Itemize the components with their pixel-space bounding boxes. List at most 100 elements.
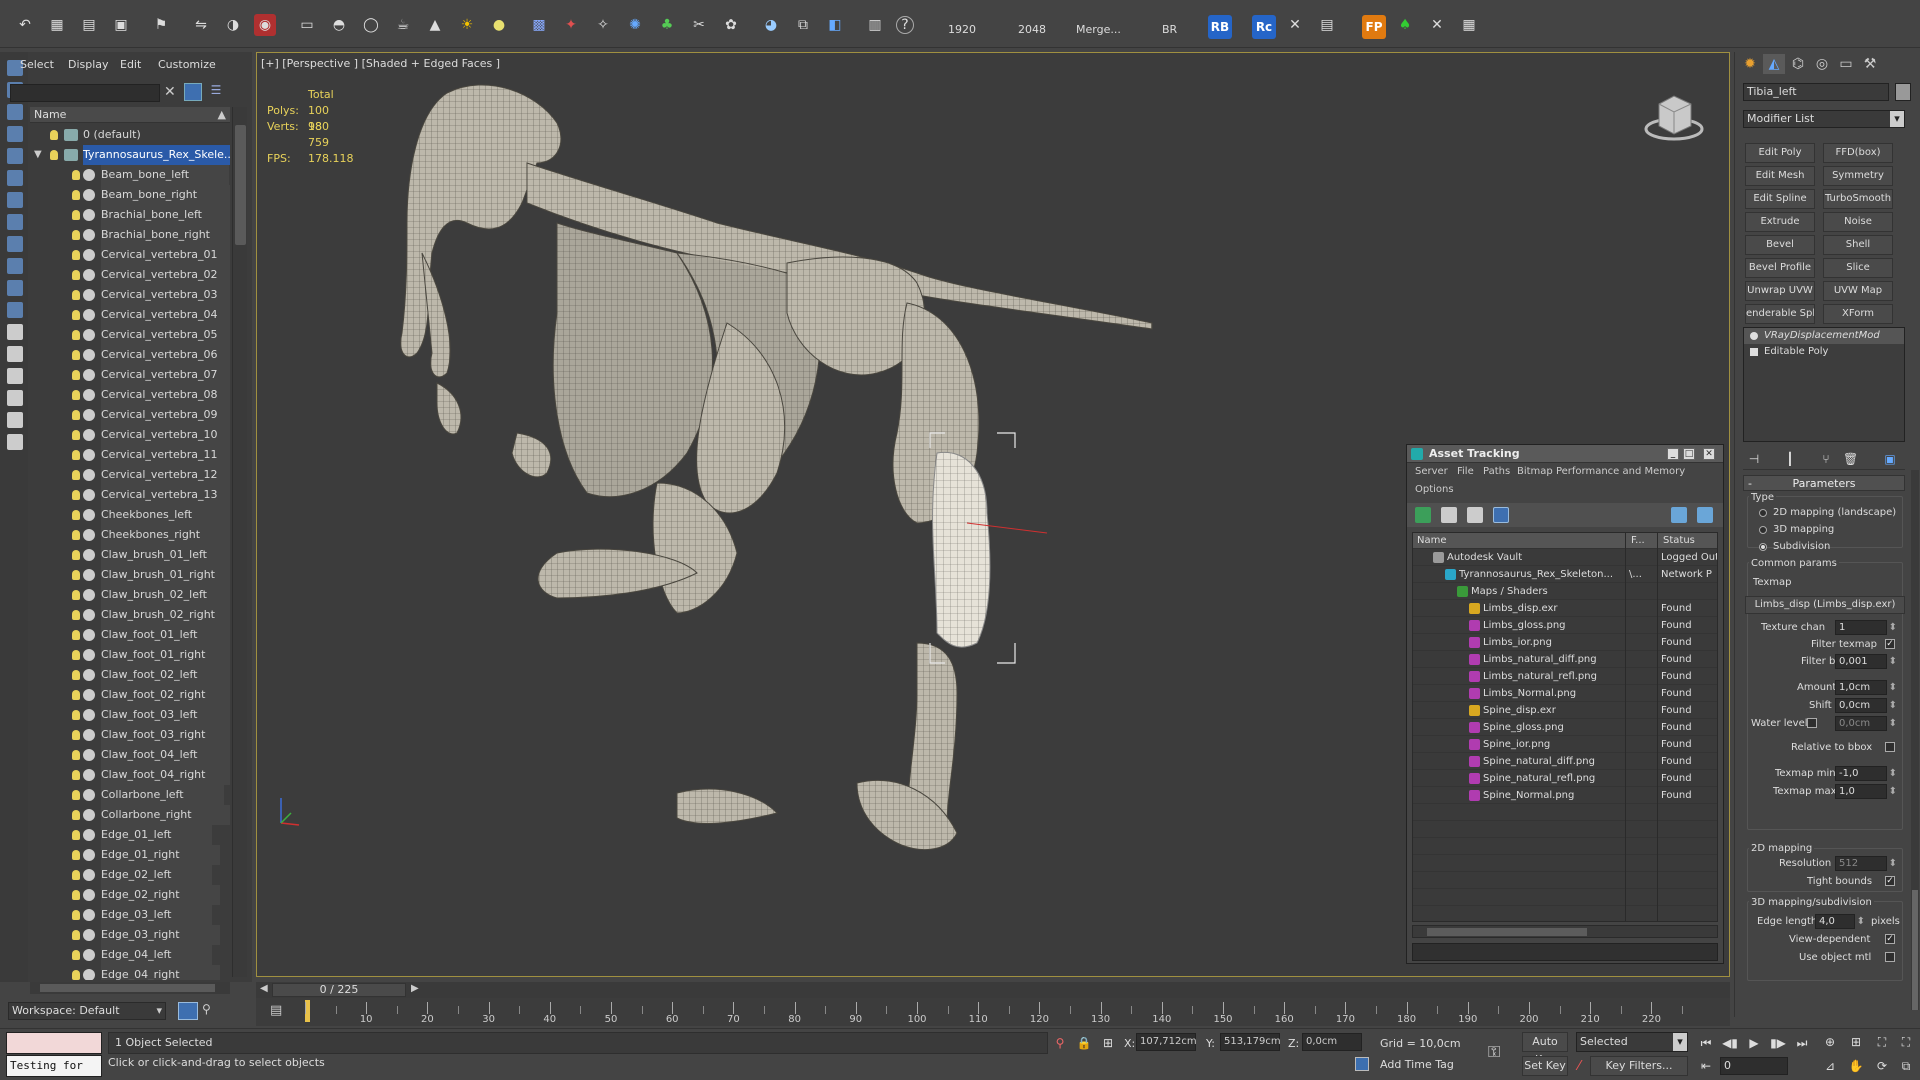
go-to-start-icon[interactable]: ⏮ [1696, 1034, 1716, 1052]
cone-primitive-icon[interactable]: ▲ [424, 14, 446, 36]
asset-row[interactable]: Spine_natural_diff.png Found [1413, 753, 1717, 770]
visibility-bulb-icon[interactable] [72, 970, 80, 980]
help-icon[interactable] [1671, 507, 1687, 523]
particles-icon[interactable]: ✦ [560, 14, 582, 36]
layer-manager-icon[interactable]: ▥ [864, 14, 886, 36]
visibility-bulb-icon[interactable] [72, 330, 80, 340]
frame-buffer-icon[interactable]: ⧉ [792, 14, 814, 36]
visibility-bulb-icon[interactable] [72, 710, 80, 720]
fur-icon[interactable]: ✺ [624, 14, 646, 36]
modifier-button[interactable]: Shell [1823, 235, 1893, 255]
layer-default[interactable]: 0 (default) [30, 125, 230, 145]
visibility-bulb-icon[interactable] [72, 910, 80, 920]
hair-cut-icon[interactable]: ✂ [688, 14, 710, 36]
merge-button[interactable]: Merge... [1076, 23, 1121, 36]
asset-row[interactable]: Spine_disp.exr Found [1413, 702, 1717, 719]
prev-frame-arrow-icon[interactable]: ◀ [260, 983, 268, 994]
visibility-bulb-icon[interactable] [72, 890, 80, 900]
asset-row[interactable]: Limbs_ior.png Found [1413, 634, 1717, 651]
y-coordinate-field[interactable]: 513,179cm [1220, 1033, 1281, 1051]
show-end-result-icon[interactable]: ┃ [1783, 452, 1797, 466]
expand-icon[interactable] [1750, 348, 1758, 356]
scene-object-row[interactable]: Cervical_vertebra_09 [30, 405, 230, 425]
display-bones-icon[interactable] [7, 258, 23, 274]
texmap-max-spinner[interactable]: 1,0 [1835, 784, 1897, 799]
spreadsheet-icon[interactable]: ▤ [1316, 14, 1338, 36]
asset-row[interactable]: Spine_natural_refl.png Found [1413, 770, 1717, 787]
time-slider-thumb[interactable]: 0 / 225 [272, 983, 406, 997]
scene-object-row[interactable]: Collarbone_left [30, 785, 230, 805]
visibility-bulb-icon[interactable] [72, 730, 80, 740]
z-coordinate-field[interactable]: 0,0cm [1302, 1033, 1362, 1051]
rb-button[interactable]: RB [1208, 15, 1232, 39]
display-spacewarps-icon[interactable] [7, 192, 23, 208]
minimize-button[interactable]: _ [1667, 448, 1679, 460]
orbit-icon[interactable]: ⟳ [1872, 1057, 1892, 1075]
object-color-swatch[interactable] [1895, 83, 1911, 101]
x-coordinate-field[interactable]: 107,712cm [1136, 1033, 1197, 1051]
asset-row[interactable]: Maps / Shaders [1413, 583, 1717, 600]
stack-item-vray-displacement[interactable]: VRayDisplacementMod [1744, 328, 1904, 344]
texmap-button[interactable]: Limbs_disp (Limbs_disp.exr) [1745, 596, 1905, 614]
modifier-button[interactable]: FFD(box) [1823, 143, 1893, 163]
visibility-bulb-icon[interactable] [72, 950, 80, 960]
lock-selection-icon[interactable]: 🔒 [1076, 1036, 1092, 1050]
visibility-bulb-icon[interactable] [72, 570, 80, 580]
pin-stack-icon[interactable]: ⊣ [1747, 452, 1761, 466]
plant-icon[interactable]: ♣ [656, 14, 678, 36]
scene-object-row[interactable]: Claw_foot_01_left [30, 625, 230, 645]
display-children-icon[interactable] [7, 368, 23, 384]
make-unique-icon[interactable]: ⑂ [1819, 452, 1833, 466]
scene-object-row[interactable]: Collarbone_right [30, 805, 230, 825]
selected-tibia-mesh[interactable] [932, 451, 991, 648]
output-width[interactable]: 1920 [948, 23, 976, 36]
zoom-icon[interactable]: ⊕ [1820, 1033, 1840, 1051]
scene-object-row[interactable]: Cervical_vertebra_05 [30, 325, 230, 345]
modifier-button[interactable]: TurboSmooth [1823, 189, 1893, 209]
scene-object-row[interactable]: Claw_foot_03_left [30, 705, 230, 725]
zoom-all-icon[interactable]: ⊞ [1846, 1033, 1866, 1051]
scene-object-row[interactable]: Cervical_vertebra_02 [30, 265, 230, 285]
modifier-button[interactable]: Edit Poly [1745, 143, 1815, 163]
forest-icon[interactable]: ♠ [1394, 14, 1416, 36]
modifier-button[interactable]: Edit Spline [1745, 189, 1815, 209]
scene-object-row[interactable]: Beam_bone_right [30, 185, 230, 205]
set-key-button[interactable]: Set Key [1522, 1056, 1568, 1076]
select-filter-icon[interactable]: ⚑ [150, 14, 172, 36]
hierarchy-tab-icon[interactable]: ⌬ [1787, 54, 1809, 74]
object-name-field[interactable]: Tibia_left [1743, 83, 1889, 101]
scene-object-row[interactable]: Cervical_vertebra_08 [30, 385, 230, 405]
asset-hscrollbar[interactable] [1412, 925, 1718, 938]
undo-icon[interactable]: ↶ [14, 14, 36, 36]
visibility-bulb-icon[interactable] [72, 230, 80, 240]
display-cameras-icon[interactable] [7, 148, 23, 164]
grid-icon[interactable]: ▩ [528, 14, 550, 36]
render-frame-icon[interactable]: ▤ [78, 14, 100, 36]
modifier-button[interactable]: XForm [1823, 304, 1893, 324]
next-key-icon[interactable]: ▮▶ [1768, 1034, 1788, 1052]
scene-object-row[interactable]: Cervical_vertebra_13 [30, 485, 230, 505]
help-icon[interactable]: ? [896, 16, 914, 34]
visibility-bulb-icon[interactable] [72, 210, 80, 220]
play-icon[interactable]: ▶ [1744, 1034, 1764, 1052]
mirror-icon[interactable]: ⇋ [190, 14, 212, 36]
scene-object-row[interactable]: Cervical_vertebra_01 [30, 245, 230, 265]
transform-mode-icon[interactable]: ⊞ [1100, 1036, 1116, 1050]
shift-spinner[interactable]: 0,0cm [1835, 698, 1897, 713]
filter-icon[interactable] [7, 390, 23, 406]
scene-object-row[interactable]: Edge_01_left [30, 825, 230, 845]
edge-length-spinner[interactable]: 4,0 [1815, 914, 1865, 929]
list-view-icon[interactable] [1441, 507, 1457, 523]
scene-object-row[interactable]: Cheekbones_right [30, 525, 230, 545]
amount-spinner[interactable]: 1,0cm [1835, 680, 1897, 695]
visibility-bulb-icon[interactable] [72, 810, 80, 820]
clear-search-icon[interactable]: ✕ [164, 84, 176, 100]
add-time-tag-button[interactable]: Add Time Tag [1380, 1058, 1454, 1071]
next-frame-arrow-icon[interactable]: ▶ [411, 983, 419, 994]
modifier-button[interactable]: Edit Mesh [1745, 166, 1815, 186]
menu-display[interactable]: Display [68, 58, 109, 71]
scene-object-row[interactable]: Claw_foot_02_right [30, 685, 230, 705]
hair-icon[interactable]: ✧ [592, 14, 614, 36]
display-frozen-icon[interactable] [7, 302, 23, 318]
scene-object-row[interactable]: Claw_brush_02_right [30, 605, 230, 625]
